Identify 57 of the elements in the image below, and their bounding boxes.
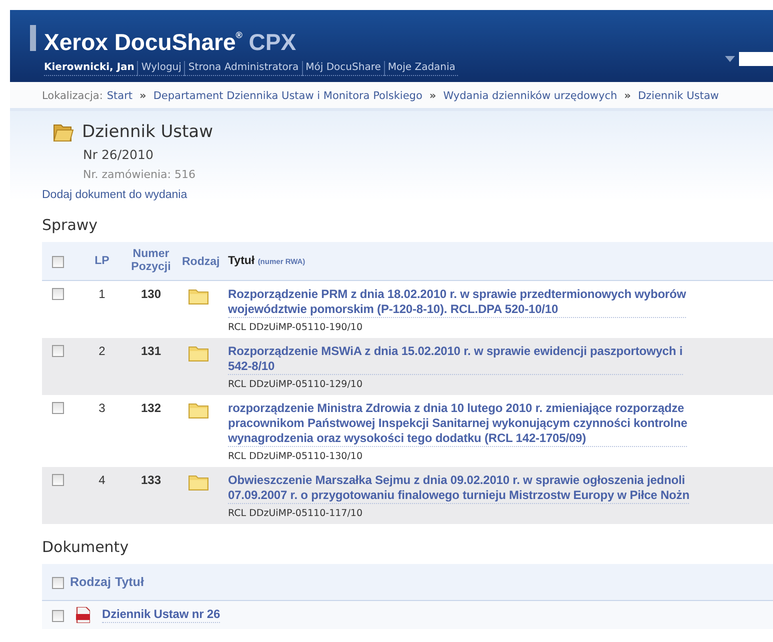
header-accent-bar	[30, 25, 36, 51]
checkbox[interactable]	[52, 402, 64, 414]
checkbox[interactable]	[52, 474, 64, 486]
table-cell-text: 130	[140, 287, 162, 303]
document-link[interactable]: Dziennik Ustaw nr 26	[102, 607, 220, 623]
header-link[interactable]: Wyloguj	[137, 61, 184, 76]
breadcrumb-link[interactable]: Wydania dzienników urzędowych	[443, 90, 618, 102]
add-document-link[interactable]: Dodaj dokument do wydania	[42, 189, 188, 201]
table-cell-text: 4	[98, 473, 106, 489]
header-link[interactable]: Moje Zadania	[384, 61, 458, 76]
folder-title: Dziennik Ustaw	[82, 122, 214, 142]
case-reference: RCL DDzUiMP-05110-130/10	[228, 451, 364, 462]
select-all-checkbox[interactable]	[52, 576, 64, 588]
case-reference: RCL DDzUiMP-05110-117/10	[228, 508, 364, 519]
case-title-link[interactable]: Obwieszczenie Marszałka Sejmu z dnia 09.02.2010 r. w sprawie ogłoszenia jednoli 07.09.2007 r. o przygotowaniu finalowego turnieju Mistrzostw Europy w Piłce Nożn	[228, 473, 690, 504]
column-header[interactable]: Numer Pozycji	[124, 248, 178, 274]
breadcrumb-link[interactable]: Dziennik Ustaw	[638, 90, 719, 102]
order-number: Nr. zamówienia: 516	[82, 167, 196, 181]
case-reference: RCL DDzUiMP-05110-129/10	[228, 379, 364, 390]
header-link[interactable]: Strona Administratora	[184, 61, 302, 76]
search-field[interactable]	[739, 52, 773, 66]
breadcrumb-link[interactable]: Start	[106, 90, 133, 102]
column-header[interactable]: Tytuł	[114, 576, 144, 588]
case-title-link[interactable]: Rozporządzenie MSWiA z dnia 15.02.2010 r. w sprawie ewidencji paszportowych i 542-8/10	[228, 344, 683, 375]
folder-icon	[188, 344, 210, 362]
table-cell-text: 133	[140, 473, 162, 489]
table-cell-text: 1	[98, 287, 106, 303]
case-reference: RCL DDzUiMP-05110-190/10	[228, 322, 364, 333]
folder-icon	[188, 401, 210, 419]
checkbox[interactable]	[52, 610, 64, 622]
breadcrumb-separator: »	[428, 90, 438, 102]
user-link[interactable]: Kierownicki, Jan	[44, 61, 138, 76]
breadcrumb-separator: »	[138, 90, 148, 102]
select-all-checkbox[interactable]	[52, 256, 64, 268]
checkbox[interactable]	[52, 288, 64, 300]
caret-icon	[725, 56, 735, 62]
section-heading: Dokumenty	[42, 538, 130, 558]
breadcrumb-label: Lokalizacja:	[42, 90, 103, 102]
case-title-link[interactable]: Rozporządzenie PRM z dnia 18.02.2010 r. w sprawie przedtermionowych wyborów województwie pomorskim (P-120-8-10). RCL.DPA 520-10/10	[228, 287, 686, 318]
table-cell-text: 2	[98, 344, 106, 360]
table-cell-text: 132	[140, 401, 162, 417]
breadcrumb-link[interactable]: Departament Dziennika Ustaw i Monitora Polskiego	[153, 90, 422, 102]
column-header[interactable]: LP	[80, 254, 124, 268]
folder-icon	[188, 473, 210, 491]
table-cell-text: 131	[140, 344, 162, 360]
header-link[interactable]: Mój DocuShare	[302, 61, 384, 76]
section-heading: Sprawy	[42, 216, 99, 236]
column-header[interactable]: Rodzaj	[70, 576, 111, 588]
folder-icon	[188, 287, 210, 305]
case-title-link[interactable]: rozporządzenie Ministra Zdrowia z dnia 10 lutego 2010 r. zmieniające rozporządze pracownikom Państwowej Inspekcji Sanitarnej wykonującym czynności kontrolne wynagrodzenia oraz wysokości tego dodatku (RCL 142-1705/09)	[228, 401, 688, 447]
checkbox[interactable]	[52, 345, 64, 357]
pdf-file-icon	[76, 607, 90, 623]
column-header[interactable]: Rodzaj	[182, 256, 220, 268]
app-logo: Xerox DocuShare$^{®}$ CPX	[44, 28, 298, 57]
breadcrumb-separator: »	[623, 90, 632, 102]
issue-number: Nr 26/2010	[82, 146, 154, 162]
table-cell-text: 3	[98, 401, 106, 417]
